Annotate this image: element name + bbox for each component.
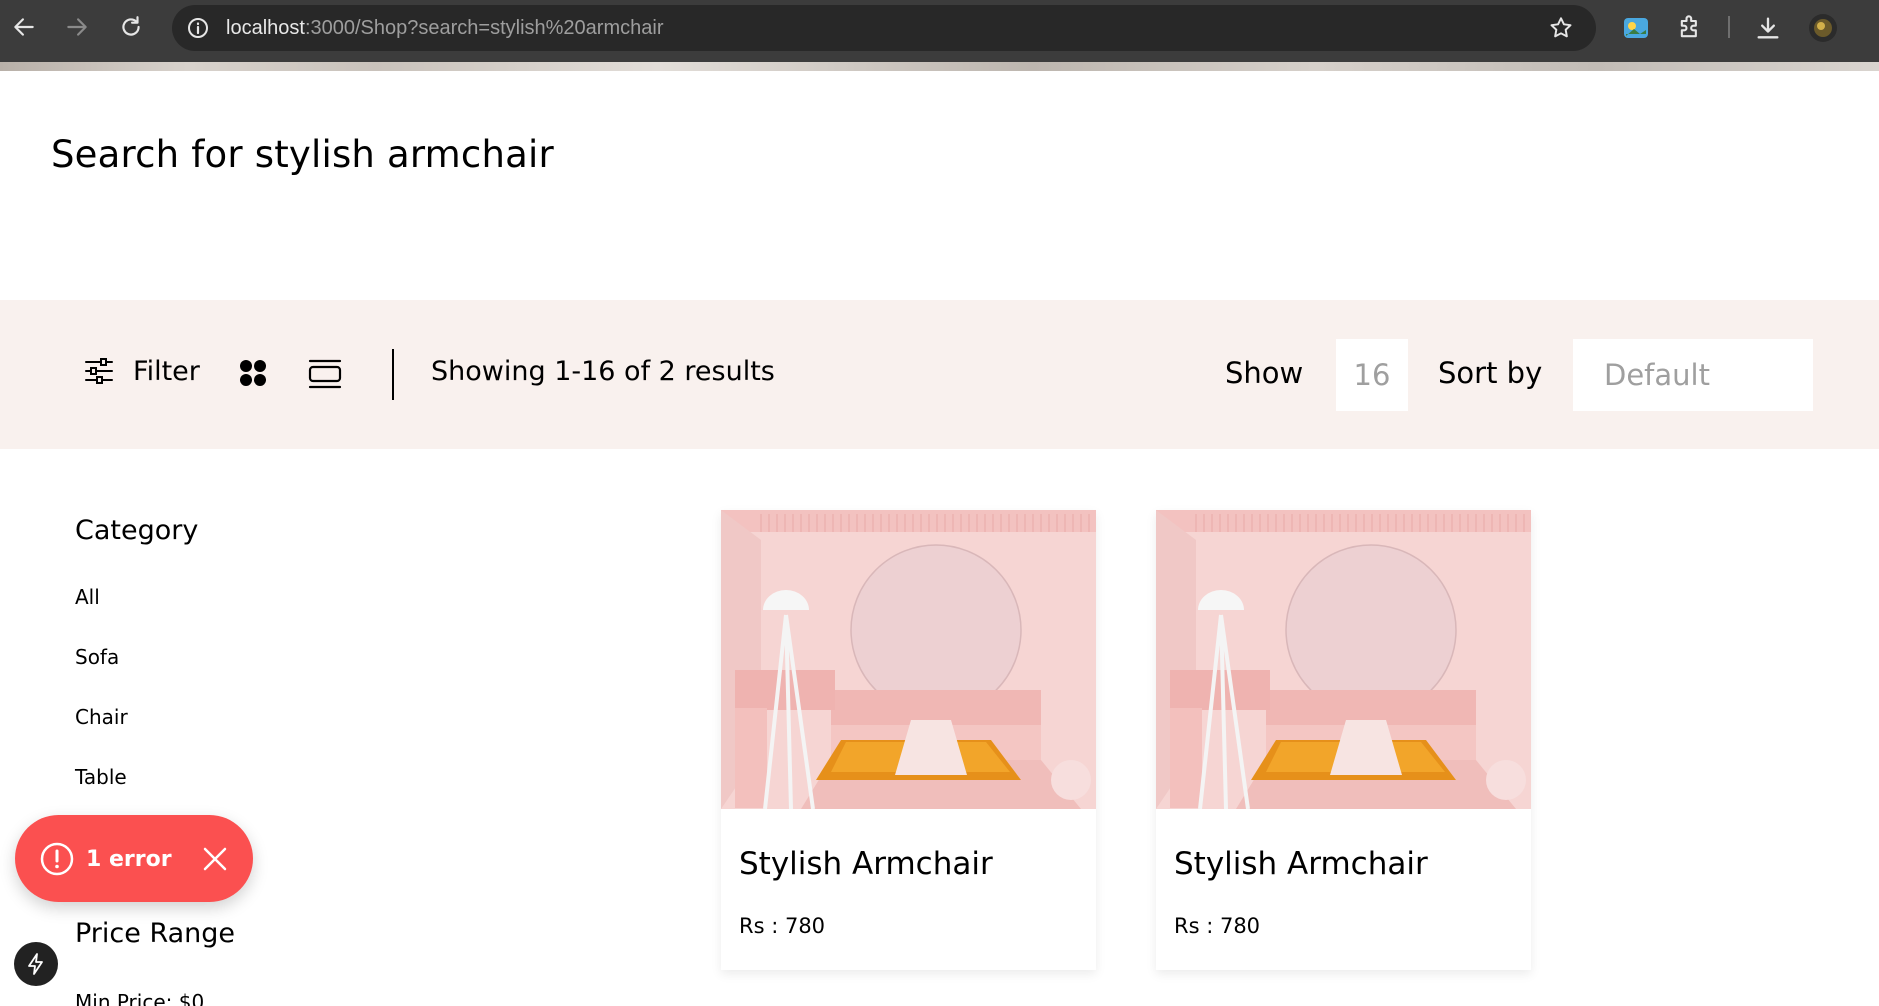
product-image[interactable] xyxy=(721,510,1096,809)
extensions-menu-button[interactable] xyxy=(1674,12,1706,44)
downloads-button[interactable] xyxy=(1752,12,1784,44)
shop-toolbar: Filter Showing 1-16 of 2 results Show 16… xyxy=(0,300,1879,449)
show-count-input[interactable]: 16 xyxy=(1336,339,1408,411)
extension-icon xyxy=(1624,18,1648,38)
error-toast[interactable]: 1 error xyxy=(15,815,253,902)
product-image[interactable] xyxy=(1156,510,1531,809)
product-price: Rs : 780 xyxy=(739,914,826,938)
page-title: Search for stylish armchair xyxy=(51,133,554,176)
forward-button[interactable] xyxy=(62,12,92,42)
product-name[interactable]: Stylish Armchair xyxy=(1174,846,1428,882)
category-item-sofa[interactable]: Sofa xyxy=(75,645,119,669)
toolbar-divider xyxy=(392,349,394,400)
profile-button[interactable] xyxy=(1807,12,1839,44)
price-range-heading: Price Range xyxy=(75,918,236,949)
filter-button[interactable]: Filter xyxy=(83,355,200,387)
category-item-table[interactable]: Table xyxy=(75,765,127,789)
category-item-chair[interactable]: Chair xyxy=(75,705,128,729)
puzzle-icon xyxy=(1680,15,1697,38)
error-count[interactable]: 1 error xyxy=(86,847,172,872)
category-heading: Category xyxy=(75,515,199,546)
show-label: Show xyxy=(1225,356,1304,390)
product-price: Rs : 780 xyxy=(1174,914,1261,938)
back-button[interactable] xyxy=(9,12,39,42)
results-count: Showing 1-16 of 2 results xyxy=(431,356,775,387)
forward-arrow-icon xyxy=(67,18,87,36)
alert-circle-icon xyxy=(40,842,74,876)
hero-banner-strip xyxy=(0,62,1879,71)
grid-view-icon xyxy=(240,360,266,386)
sort-select[interactable]: Default xyxy=(1573,339,1813,411)
category-item-all[interactable]: All xyxy=(75,585,100,609)
product-photo xyxy=(721,510,1096,809)
address-bar[interactable]: localhost:3000/Shop?search=stylish%20arm… xyxy=(172,5,1596,51)
toolbar-separator xyxy=(1728,16,1730,38)
sliders-icon xyxy=(85,358,113,384)
dev-tools-badge[interactable] xyxy=(14,942,58,986)
product-photo xyxy=(1156,510,1531,809)
filter-label: Filter xyxy=(133,355,200,387)
product-card[interactable]: Stylish Armchair Rs : 780 xyxy=(1156,510,1531,970)
download-icon xyxy=(1757,17,1779,39)
star-icon[interactable] xyxy=(1548,15,1574,41)
close-icon[interactable] xyxy=(199,843,231,875)
extension-button[interactable] xyxy=(1620,12,1652,44)
profile-avatar xyxy=(1809,14,1837,42)
site-info-icon[interactable] xyxy=(186,16,210,40)
sort-label: Sort by xyxy=(1438,356,1543,390)
lightning-icon xyxy=(28,953,43,975)
product-card[interactable]: Stylish Armchair Rs : 780 xyxy=(721,510,1096,970)
grid-view-button[interactable] xyxy=(239,359,267,387)
min-price-label: Min Price: $0 xyxy=(75,990,205,1006)
browser-chrome: localhost:3000/Shop?search=stylish%20arm… xyxy=(0,0,1879,62)
product-name[interactable]: Stylish Armchair xyxy=(739,846,993,882)
reload-icon xyxy=(122,16,140,36)
address-url[interactable]: localhost:3000/Shop?search=stylish%20arm… xyxy=(226,17,663,40)
reload-button[interactable] xyxy=(116,12,146,42)
list-view-icon xyxy=(308,359,342,389)
back-arrow-icon xyxy=(14,18,34,36)
list-view-button[interactable] xyxy=(308,358,342,390)
